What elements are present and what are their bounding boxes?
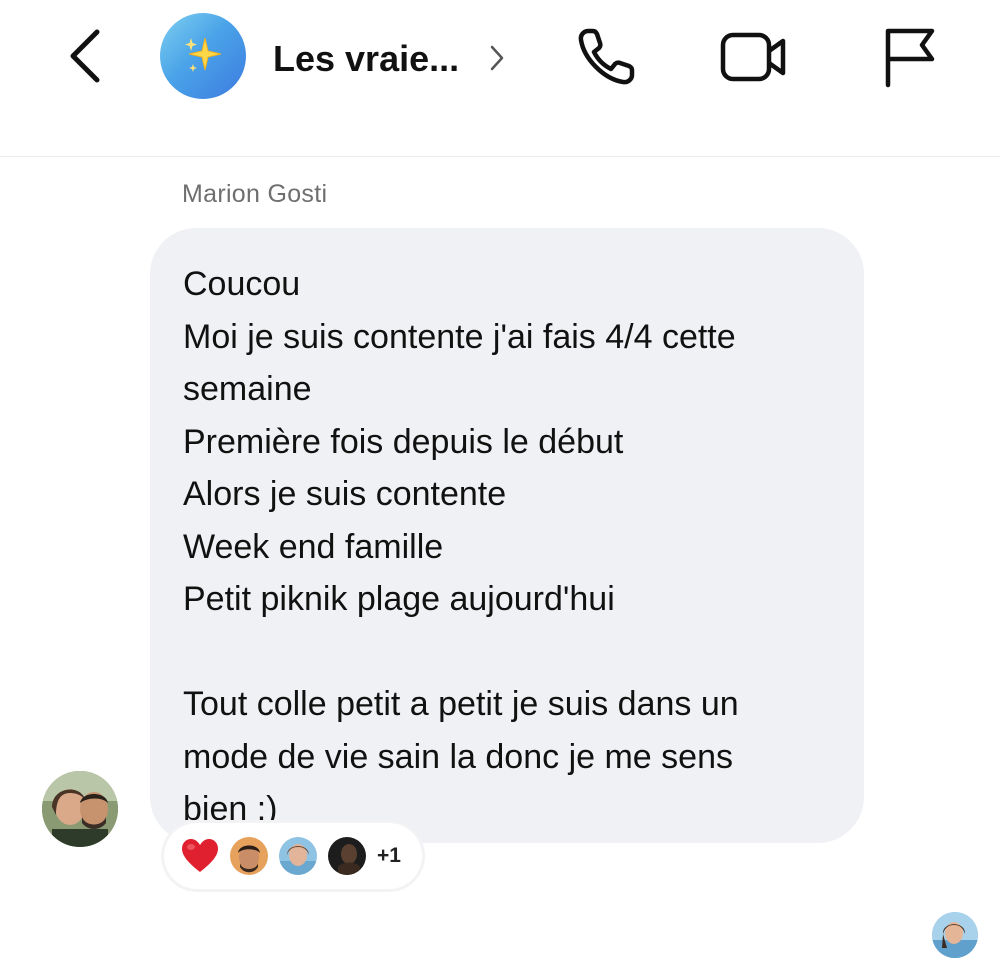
call-button[interactable]	[570, 22, 642, 92]
video-call-button[interactable]	[718, 22, 790, 92]
reactor-avatar	[279, 837, 317, 875]
message-line: semaine	[183, 370, 312, 408]
message-line: mode de vie sain la donc je me sens	[183, 737, 733, 776]
flag-icon	[885, 28, 935, 88]
title-chevron[interactable]	[485, 40, 509, 76]
group-avatar[interactable]	[160, 13, 246, 99]
phone-icon	[578, 28, 635, 85]
message-line: Petit piknik plage aujourd'hui	[183, 580, 615, 618]
chevron-right-icon	[490, 45, 504, 71]
message-line: Tout colle petit a petit je suis dans un	[183, 685, 739, 723]
sender-avatar[interactable]	[42, 771, 118, 847]
chevron-left-icon	[70, 29, 100, 83]
reactions-more-count: +1	[377, 844, 401, 867]
back-button[interactable]	[60, 26, 110, 86]
message-line: Moi je suis contente j'ai fais 4/4 cette	[183, 317, 736, 356]
seen-by-avatar	[932, 912, 978, 958]
sender-photo	[42, 771, 118, 847]
reactor-avatar	[230, 837, 268, 875]
message-line: Première fois depuis le début	[183, 422, 624, 461]
group-title[interactable]: Les vraie...	[273, 36, 459, 82]
message-bubble[interactable]: Coucou Moi je suis contente j'ai fais 4/…	[150, 228, 864, 843]
report-button[interactable]	[872, 22, 944, 92]
red-heart-icon	[180, 836, 220, 876]
video-camera-icon	[720, 32, 786, 82]
message-line: Alors je suis contente	[183, 475, 507, 513]
reactions-bar[interactable]: +1	[164, 823, 422, 889]
chat-header: Les vraie...	[0, 0, 1000, 157]
sparkles-icon	[185, 37, 222, 72]
reactor-avatar	[328, 837, 366, 875]
message-line: Coucou	[183, 265, 301, 303]
sender-name: Marion Gosti	[182, 180, 328, 208]
message-line: Week end famille	[183, 527, 444, 566]
